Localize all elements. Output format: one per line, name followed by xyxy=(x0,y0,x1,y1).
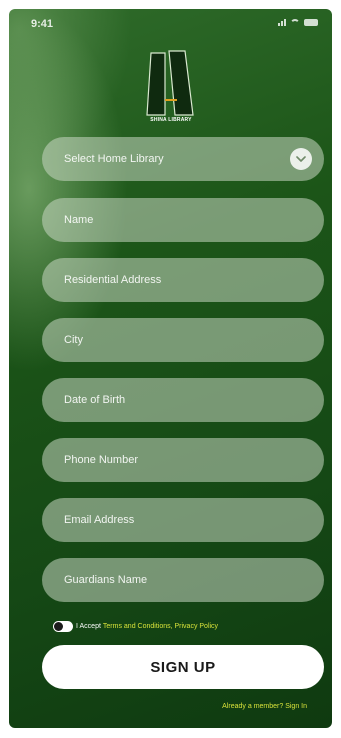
date-of-birth-placeholder: Date of Birth xyxy=(64,394,126,406)
logo-caption: SHINA LIBRARY xyxy=(150,117,192,123)
residential-address-placeholder: Residential Address xyxy=(64,274,162,286)
status-time: 9:41 xyxy=(31,18,54,30)
terms-link[interactable]: Terms and Conditions, Privacy Policy xyxy=(103,623,218,630)
guardians-name-field[interactable]: Guardians Name xyxy=(42,558,324,602)
wifi-icon xyxy=(290,19,300,26)
terms-row: I Accept Terms and Conditions, Privacy P… xyxy=(53,621,218,632)
guardians-name-placeholder: Guardians Name xyxy=(64,574,148,586)
chevron-down-icon[interactable] xyxy=(290,148,312,170)
signal-icon xyxy=(278,19,286,26)
logo-mark-icon xyxy=(146,50,194,116)
home-library-select[interactable]: Select Home Library xyxy=(42,137,324,181)
email-address-field[interactable]: Email Address xyxy=(42,498,324,542)
name-placeholder: Name xyxy=(64,214,94,226)
toggle-knob xyxy=(54,622,63,631)
signin-link[interactable]: Already a member? Sign In xyxy=(222,703,307,710)
phone-number-field[interactable]: Phone Number xyxy=(42,438,324,482)
status-icons xyxy=(278,19,318,26)
phone-number-placeholder: Phone Number xyxy=(64,454,138,466)
signup-screen: 9:41 SHINA LIBRARY Select Home Library N… xyxy=(9,9,332,728)
city-placeholder: City xyxy=(64,334,83,346)
terms-prefix: I Accept xyxy=(76,623,101,630)
residential-address-field[interactable]: Residential Address xyxy=(42,258,324,302)
home-library-placeholder: Select Home Library xyxy=(64,153,164,165)
signup-button[interactable]: SIGN UP xyxy=(42,645,324,689)
terms-toggle[interactable] xyxy=(53,621,73,632)
date-of-birth-field[interactable]: Date of Birth xyxy=(42,378,324,422)
city-field[interactable]: City xyxy=(42,318,324,362)
battery-icon xyxy=(304,19,318,26)
library-logo: SHINA LIBRARY xyxy=(145,49,197,133)
name-field[interactable]: Name xyxy=(42,198,324,242)
status-bar: 9:41 xyxy=(9,9,332,37)
email-address-placeholder: Email Address xyxy=(64,514,135,526)
